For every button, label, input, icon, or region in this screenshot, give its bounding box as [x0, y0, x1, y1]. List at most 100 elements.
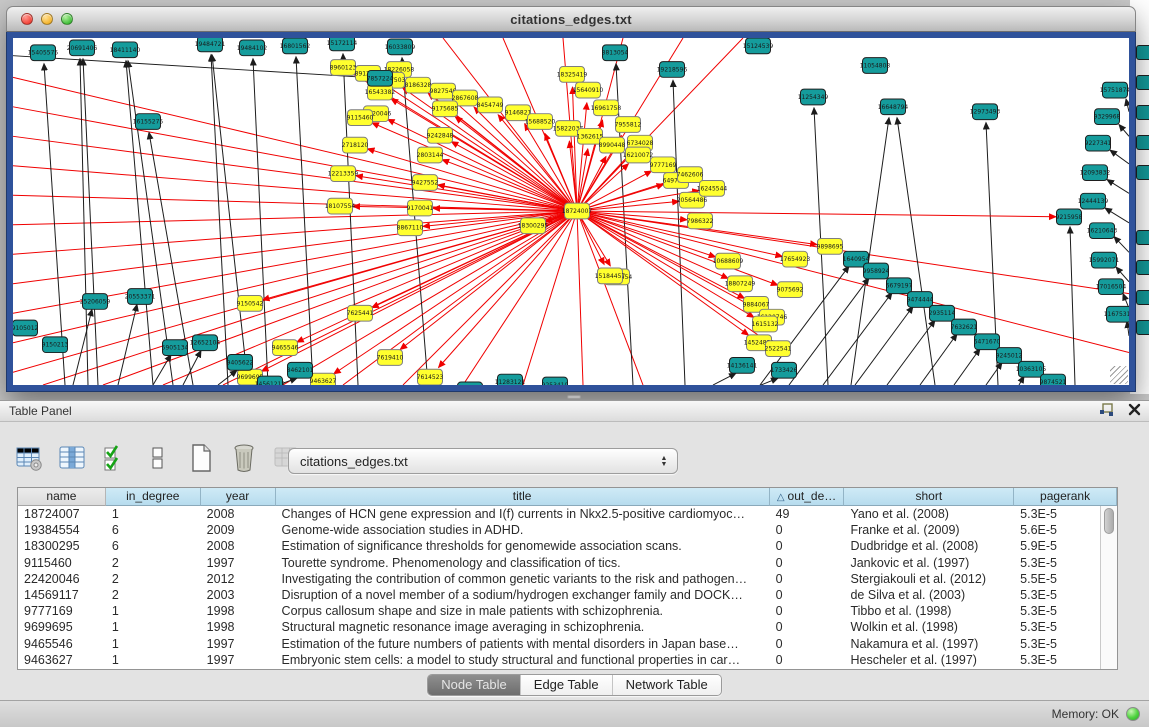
- graph-node[interactable]: 8454749: [477, 97, 504, 113]
- table-cell[interactable]: Jankovic et al. (1997): [844, 555, 1014, 571]
- graph-node[interactable]: 6679197: [886, 278, 913, 294]
- table-cell[interactable]: Estimation of the future numbers of pati…: [276, 636, 770, 652]
- table-row[interactable]: 1830029562008Estimation of significance …: [18, 538, 1100, 554]
- graph-node[interactable]: 16245544: [697, 181, 728, 197]
- column-header-name[interactable]: name: [18, 488, 106, 506]
- table-row[interactable]: 946362711997Embryonic stem cells: a mode…: [18, 652, 1100, 668]
- graph-node[interactable]: 11675317: [1104, 306, 1129, 322]
- graph-node[interactable]: 7619410: [377, 350, 404, 366]
- table-cell[interactable]: 22420046: [18, 571, 106, 587]
- column-header-short[interactable]: short: [844, 488, 1014, 506]
- tab-edge-table[interactable]: Edge Table: [520, 675, 612, 695]
- graph-node[interactable]: 12973493: [970, 104, 1001, 120]
- table-cell[interactable]: 5.3E-5: [1014, 587, 1100, 603]
- table-cell[interactable]: 5.3E-5: [1014, 506, 1100, 522]
- table-cell[interactable]: 2003: [201, 587, 276, 603]
- graph-node[interactable]: 16033809: [385, 39, 416, 55]
- column-header-pagerank[interactable]: pagerank: [1014, 488, 1117, 506]
- graph-node[interactable]: 19484102: [237, 40, 268, 56]
- table-cell[interactable]: 1997: [201, 652, 276, 668]
- table-cell[interactable]: 5.6E-5: [1014, 522, 1100, 538]
- graph-node[interactable]: 7632621: [951, 319, 978, 335]
- table-cell[interactable]: Changes of HCN gene expression and I(f) …: [276, 506, 770, 522]
- column-header-out_de[interactable]: △out_de…: [770, 488, 845, 506]
- graph-node[interactable]: 9427552: [412, 175, 439, 191]
- table-cell[interactable]: 2008: [201, 506, 276, 522]
- table-cell[interactable]: 0: [770, 587, 845, 603]
- table-cell[interactable]: Hescheler et al. (1997): [844, 652, 1014, 668]
- panel-drag-handle[interactable]: [567, 395, 581, 399]
- select-all-icon[interactable]: [100, 443, 130, 473]
- graph-node[interactable]: 15688520: [525, 114, 556, 130]
- graph-node[interactable]: 12444139: [1078, 193, 1109, 209]
- table-row[interactable]: 946554611997Estimation of the future num…: [18, 636, 1100, 652]
- graph-node[interactable]: 15751874: [1100, 82, 1129, 98]
- graph-node[interactable]: 9474444: [907, 292, 934, 308]
- graph-node[interactable]: 18411140: [110, 42, 141, 58]
- graph-node[interactable]: 10473310: [455, 382, 486, 385]
- graph-node[interactable]: 11254349: [798, 89, 829, 105]
- graph-node[interactable]: 18107554: [325, 198, 356, 214]
- table-cell[interactable]: de Silva et al. (2003): [844, 587, 1014, 603]
- graph-node[interactable]: 19484721: [195, 38, 226, 52]
- table-cell[interactable]: 49: [770, 506, 845, 522]
- table-cell[interactable]: 1: [106, 652, 201, 668]
- table-chooser-dropdown[interactable]: citations_edges.txt ▲▼: [288, 448, 678, 474]
- graph-node[interactable]: 7857224: [367, 70, 394, 86]
- table-cell[interactable]: 9465546: [18, 636, 106, 652]
- graph-node[interactable]: 11054808: [860, 58, 891, 74]
- graph-node[interactable]: 8867110: [397, 220, 424, 236]
- graph-node[interactable]: 2935114: [929, 305, 956, 321]
- network-graph[interactable]: 1872400789601238912955182260589827503165…: [13, 38, 1129, 385]
- table-panel-titlebar[interactable]: Table Panel: [0, 400, 1149, 422]
- graph-node[interactable]: 9463627: [310, 373, 337, 385]
- table-cell[interactable]: Stergiakouli et al. (2012): [844, 571, 1014, 587]
- graph-node[interactable]: 20553371: [125, 289, 156, 305]
- table-row[interactable]: 1938455462009Genome-wide association stu…: [18, 522, 1100, 538]
- table-cell[interactable]: 5.5E-5: [1014, 571, 1100, 587]
- delete-icon[interactable]: [229, 443, 259, 473]
- table-cell[interactable]: 0: [770, 522, 845, 538]
- graph-node[interactable]: 18325419: [557, 67, 588, 83]
- table-cell[interactable]: 5.3E-5: [1014, 619, 1100, 635]
- unselect-all-icon[interactable]: [143, 443, 173, 473]
- table-cell[interactable]: 5.3E-5: [1014, 603, 1100, 619]
- graph-node[interactable]: 12093832: [1080, 165, 1111, 181]
- table-row[interactable]: 1872400712008Changes of HCN gene express…: [18, 506, 1100, 522]
- table-row[interactable]: 2242004622012Investigating the contribut…: [18, 571, 1100, 587]
- table-cell[interactable]: 0: [770, 538, 845, 554]
- table-cell[interactable]: Corpus callosum shape and size in male p…: [276, 603, 770, 619]
- resize-grip-icon[interactable]: [1110, 366, 1128, 384]
- table-cell[interactable]: 9115460: [18, 555, 106, 571]
- graph-node[interactable]: 15640910: [573, 82, 604, 98]
- graph-node[interactable]: 9958924: [863, 263, 890, 279]
- graph-node[interactable]: 7986322: [687, 213, 714, 229]
- table-settings-icon[interactable]: [14, 443, 44, 473]
- table-cell[interactable]: 0: [770, 652, 845, 668]
- column-header-year[interactable]: year: [201, 488, 276, 506]
- table-cell[interactable]: 2012: [201, 571, 276, 587]
- table-cell[interactable]: 1: [106, 603, 201, 619]
- graph-node[interactable]: 11283121: [495, 374, 526, 385]
- table-cell[interactable]: Yano et al. (2008): [844, 506, 1014, 522]
- graph-node[interactable]: 9898695: [817, 239, 844, 255]
- window-titlebar[interactable]: citations_edges.txt: [6, 6, 1136, 32]
- table-cell[interactable]: 0: [770, 571, 845, 587]
- table-cell[interactable]: 18300295: [18, 538, 106, 554]
- column-chooser-icon[interactable]: [57, 443, 87, 473]
- table-cell[interactable]: 1998: [201, 603, 276, 619]
- graph-node[interactable]: 9150542: [237, 296, 264, 312]
- graph-node[interactable]: 9105012: [13, 320, 39, 336]
- graph-node[interactable]: 8813054: [602, 45, 629, 61]
- table-cell[interactable]: Embryonic stem cells: a model to study s…: [276, 652, 770, 668]
- graph-node[interactable]: 2803144: [417, 147, 444, 163]
- graph-node[interactable]: 9405622: [227, 355, 254, 371]
- table-cell[interactable]: 2: [106, 587, 201, 603]
- network-canvas[interactable]: 1872400789601238912955182260589827503165…: [13, 38, 1129, 385]
- table-cell[interactable]: 5.3E-5: [1014, 652, 1100, 668]
- table-cell[interactable]: 0: [770, 555, 845, 571]
- graph-node[interactable]: 7614523: [417, 369, 444, 385]
- graph-node[interactable]: 15405575: [28, 45, 59, 61]
- graph-node[interactable]: 9245012: [996, 348, 1023, 364]
- graph-node[interactable]: 9253410: [542, 377, 569, 385]
